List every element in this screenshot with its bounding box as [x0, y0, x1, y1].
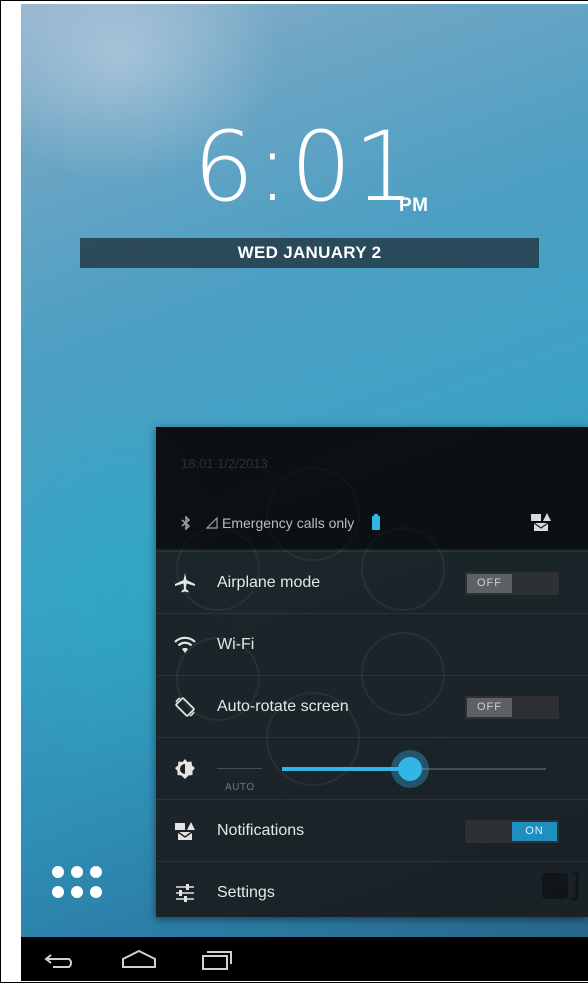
notifications-row[interactable]: Notifications ON	[156, 799, 588, 862]
toggle-state: OFF	[467, 573, 512, 593]
emergency-calls-text: Emergency calls only	[222, 515, 355, 531]
camera-shortcut-icon[interactable]	[540, 869, 580, 903]
panel-header: 18:01 1/2/2013 Emergency calls only	[156, 427, 588, 549]
clock-widget: 6:01 PM	[21, 111, 588, 223]
brightness-slider-thumb[interactable]	[398, 757, 422, 781]
brightness-slider-fill	[282, 767, 410, 771]
settings-row[interactable]: Settings	[156, 861, 588, 917]
signal-icon	[206, 517, 218, 529]
auto-divider	[217, 768, 262, 769]
notifications-toggle[interactable]: ON	[465, 819, 559, 843]
recent-apps-icon[interactable]	[197, 945, 237, 973]
bluetooth-icon	[181, 516, 191, 530]
battery-icon	[372, 514, 381, 530]
settings-label: Settings	[217, 884, 275, 901]
clock-date: WED JANUARY 2	[80, 238, 539, 268]
panel-datetime: 18:01 1/2/2013	[181, 456, 268, 471]
toggle-state: OFF	[467, 697, 512, 717]
notifications-label: Notifications	[217, 822, 305, 839]
wifi-row[interactable]: Wi-Fi	[156, 613, 588, 676]
brightness-icon[interactable]	[174, 758, 196, 780]
airplane-mode-row[interactable]: Airplane mode OFF	[156, 551, 588, 614]
notifications-icon[interactable]	[530, 512, 552, 532]
airplane-mode-toggle[interactable]: OFF	[465, 571, 559, 595]
settings-sliders-icon	[176, 884, 194, 902]
home-icon[interactable]	[119, 945, 159, 973]
airplane-mode-label: Airplane mode	[217, 574, 321, 591]
notifications-icon	[175, 822, 195, 840]
toggle-state: ON	[512, 821, 557, 841]
brightness-row: AUTO	[156, 737, 588, 800]
auto-rotate-toggle[interactable]: OFF	[465, 695, 559, 719]
wifi-label: Wi-Fi	[217, 636, 255, 653]
auto-rotate-icon	[175, 697, 195, 717]
clock-ampm: PM	[399, 195, 429, 216]
quick-settings-panel: 18:01 1/2/2013 Emergency calls only Airp…	[156, 427, 588, 917]
back-icon[interactable]	[41, 945, 81, 973]
auto-brightness-label[interactable]: AUTO	[225, 782, 255, 793]
status-row: Emergency calls only	[180, 513, 381, 533]
lock-screen: 6:01 PM WED JANUARY 2 18:01 1/2/2013 Eme…	[21, 4, 588, 981]
clock-time: 6:01	[193, 111, 417, 223]
screenshot-frame: 6:01 PM WED JANUARY 2 18:01 1/2/2013 Eme…	[0, 0, 588, 983]
auto-rotate-row[interactable]: Auto-rotate screen OFF	[156, 675, 588, 738]
wifi-icon	[174, 636, 196, 653]
airplane-icon	[175, 573, 195, 593]
navigation-bar	[21, 937, 588, 981]
auto-rotate-label: Auto-rotate screen	[217, 698, 349, 715]
all-apps-icon[interactable]	[52, 866, 104, 902]
